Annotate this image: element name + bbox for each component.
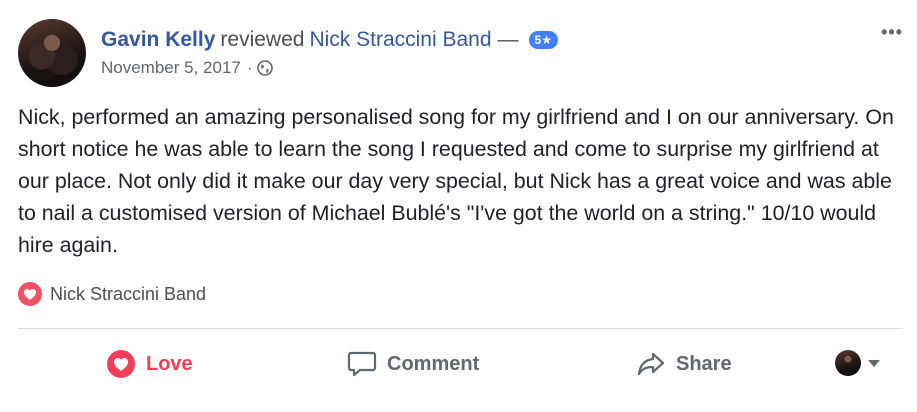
comment-button[interactable]: Comment [347,340,479,388]
header-dash: — [497,28,519,51]
love-label: Love [146,352,193,375]
comment-label: Comment [387,352,480,375]
recommend-heart-icon [18,282,42,306]
chevron-down-icon [868,359,880,367]
author-name-link[interactable]: Gavin Kelly [101,28,215,52]
page-name-link[interactable]: Nick Straccini Band [309,28,491,52]
globe-icon[interactable] [256,60,273,76]
action-bar: Love Comment Share [0,340,917,388]
viewer-avatar [835,350,861,376]
post-header: Gavin Kelly reviewed Nick Straccini Band… [101,25,558,55]
post-meta: November 5, 2017 · [101,58,273,78]
more-options-icon[interactable]: ••• [881,22,903,43]
tagged-page-name: Nick Straccini Band [50,283,207,304]
rating-badge[interactable]: 5★ [528,31,558,49]
share-button[interactable]: Share [636,340,732,388]
author-avatar[interactable] [18,19,86,87]
tagged-page[interactable]: Nick Straccini Band [18,282,206,306]
post-date-link[interactable]: November 5, 2017 [101,58,241,78]
love-button[interactable]: Love [106,340,193,388]
review-action-text: reviewed [220,28,305,51]
post-as-selector[interactable] [835,350,880,376]
review-post: Gavin Kelly reviewed Nick Straccini Band… [0,0,917,412]
divider [18,328,903,329]
share-label: Share [676,352,732,375]
comment-icon [347,351,377,377]
share-icon [637,352,665,376]
review-body: Nick, performed an amazing personalised … [18,105,894,257]
meta-separator: · [246,58,253,77]
love-icon [107,350,135,378]
